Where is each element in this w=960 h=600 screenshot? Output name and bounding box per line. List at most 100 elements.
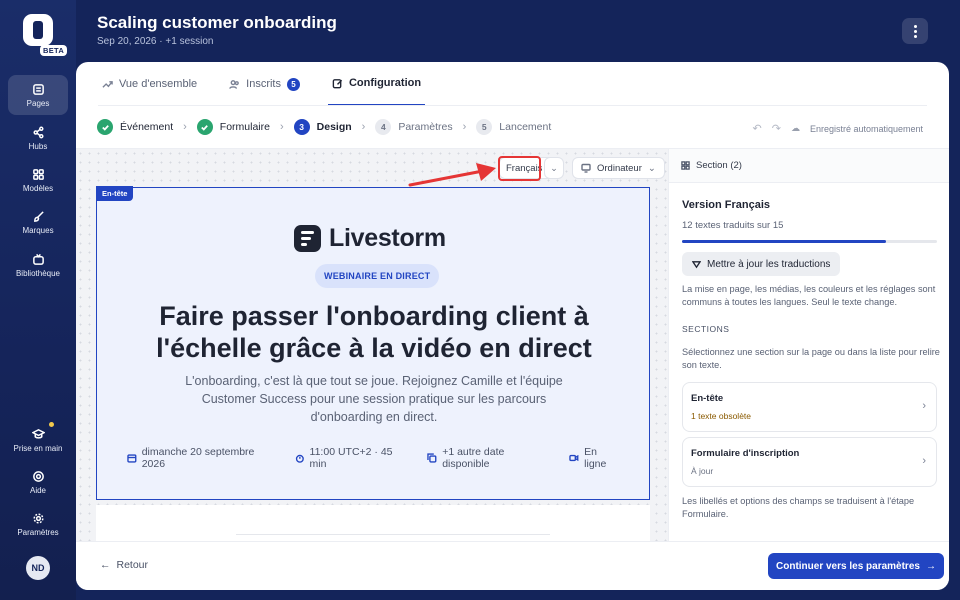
step-event-label: Événement [120,121,174,133]
step-form[interactable]: Formulaire [196,119,270,135]
divider [98,105,927,106]
continue-button[interactable]: Continuer vers les paramètres → [768,553,944,579]
panel-header: Section (2) [669,149,949,183]
meta-date: dimanche 20 septembre 2026 [127,446,277,470]
meta-time: 11:00 UTC+2 · 45 min [295,446,410,470]
page-subtitle: Sep 20, 2026 · +1 session [97,36,214,47]
continue-label: Continuer vers les paramètres [776,560,920,572]
video-camera-icon [569,454,579,462]
design-canvas: Français ⌄ Ordinateur ⌄ Livestorm WEBINA… [76,149,668,541]
rail-label-library: Bibliothèque [15,268,61,278]
tab-registrants-label: Inscrits [246,78,281,90]
section-card-header[interactable]: En-tête 1 texte obsolète › [682,382,937,432]
hero-description[interactable]: L'onboarding, c'est là que tout se joue.… [177,372,571,426]
chevron-right-icon: › [279,121,284,133]
cloud-check-icon: ☁ [790,123,800,133]
device-selector[interactable]: Ordinateur ⌄ [572,157,665,179]
section-card-registration-form[interactable]: Formulaire d'inscription À jour › [682,437,937,487]
autosave-status: Enregistré automatiquement [809,123,923,134]
section-card-title: Formulaire d'inscription [691,448,800,459]
rail-item-settings[interactable]: Paramètres [8,504,68,544]
brush-icon [33,210,44,222]
device-label: Ordinateur [597,162,642,174]
rail-item-getting-started[interactable]: Prise en main [8,420,68,460]
event-meta: dimanche 20 septembre 2026 11:00 UTC+2 ·… [127,446,621,470]
translation-progress-fill [682,240,886,243]
chevron-down-icon: ⌄ [647,162,656,174]
gear-icon [32,512,44,524]
language-dropdown-button[interactable]: ⌄ [544,157,564,179]
rail-item-help[interactable]: Aide [8,462,68,502]
section-card-title: En-tête [691,393,724,404]
update-translations-button[interactable]: Mettre à jour les traductions [682,252,841,276]
tab-bar: Vue d'ensemble Inscrits 5 Configuration [98,62,426,106]
stopwatch-icon [295,454,304,463]
step-launch-label: Lancement [499,121,552,133]
rail-label-getting-started: Prise en main [13,443,63,453]
tab-overview[interactable]: Vue d'ensemble [98,62,201,106]
arrow-right-icon: → [925,560,936,572]
tv-icon [32,253,44,265]
monitor-icon [581,163,591,173]
panel-header-label: Section (2) [696,160,742,171]
sections-heading: SECTIONS [682,324,730,334]
grid-icon [32,168,44,180]
annotation-arrow [408,163,496,187]
step-parameters-label: Paramètres [398,121,453,133]
divider [236,534,550,535]
step-launch[interactable]: 5 Lancement [476,119,551,135]
livestorm-logo-icon [294,225,321,252]
step-parameters[interactable]: 4 Paramètres [375,119,453,135]
chevron-down-icon: ⌄ [550,162,558,173]
meta-online: En ligne [569,446,621,470]
rail-item-brands[interactable]: Marques [8,202,68,242]
brand-logo: Livestorm [294,224,446,253]
more-options-button[interactable] [902,18,928,44]
step-design[interactable]: 3 Design [293,119,352,135]
translation-count: 12 textes traduits sur 15 [682,220,784,231]
rail-item-pages[interactable]: Pages [8,75,68,115]
next-section[interactable] [96,505,650,541]
hero-title[interactable]: Faire passer l'onboarding client à l'éch… [127,300,621,364]
registrants-count-badge: 5 [286,77,300,91]
avatar[interactable]: ND [26,556,50,580]
rail-label-settings: Paramètres [17,527,59,537]
left-rail: BETA Pages Hubs Modèles Marques Biblioth… [0,0,76,600]
sparkle-icon [692,260,701,268]
section-card-status: À jour [691,466,714,476]
autosave-area: ↶ ↷ ☁ Enregistré automatiquement [753,122,924,135]
chevron-right-icon: › [922,455,926,467]
footer-bar: ← Retour Continuer vers les paramètres → [76,541,949,590]
panel-note: La mise en page, les médias, les couleur… [682,284,936,307]
translation-panel: Section (2) Version Français 12 textes t… [668,149,949,541]
tab-registrants[interactable]: Inscrits 5 [225,62,304,106]
users-icon [229,79,239,89]
brand-name: Livestorm [329,224,446,252]
language-highlight [498,156,541,181]
section-card-status: 1 texte obsolète [691,411,752,421]
app-logo[interactable] [23,14,53,46]
rail-label-brands: Marques [22,225,54,235]
header-section[interactable]: Livestorm WEBINAIRE EN DIRECT Faire pass… [96,187,650,500]
undo-icon[interactable]: ↶ [753,122,762,135]
rail-item-library[interactable]: Bibliothèque [8,245,68,285]
chevron-right-icon: › [922,400,926,412]
check-icon [97,119,113,135]
pages-icon [32,83,44,95]
grid-icon [681,161,690,170]
notification-dot [49,422,54,427]
lifebuoy-icon [32,470,44,482]
page-title: Scaling customer onboarding [97,13,337,32]
step-design-label: Design [316,121,352,133]
step-form-label: Formulaire [219,121,270,133]
edit-icon [332,78,343,88]
rail-item-hubs[interactable]: Hubs [8,118,68,158]
redo-icon[interactable]: ↷ [772,122,781,135]
calendar-icon [127,454,137,463]
step-event[interactable]: Événement [97,119,173,135]
back-button[interactable]: ← Retour [100,559,148,571]
tab-configuration[interactable]: Configuration [327,62,426,106]
chevron-right-icon: › [462,121,467,133]
share-nodes-icon [32,126,44,138]
rail-item-templates[interactable]: Modèles [8,160,68,200]
